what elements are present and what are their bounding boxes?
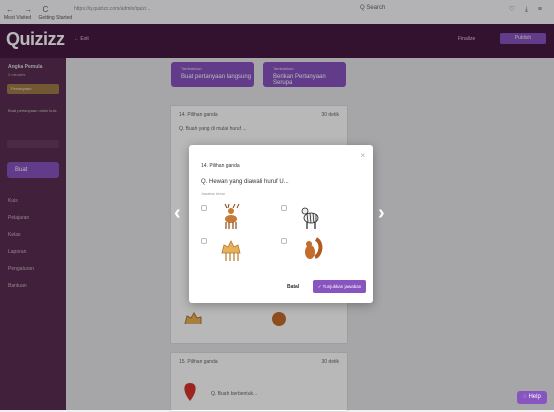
modal-question-type: 14. Pilihan ganda [201,163,240,169]
deer-icon [224,203,240,229]
show-answer-button[interactable]: ✓ Tunjukkan jawaban [313,280,366,293]
answer-option-1[interactable] [201,202,279,230]
option-checkbox[interactable] [281,238,287,244]
cancel-button[interactable]: Batal [287,282,299,292]
squirrel-icon [305,237,323,259]
answer-option-4[interactable] [281,235,359,263]
camel-icon [221,240,241,261]
answer-option-2[interactable] [281,202,359,230]
answer-option-3[interactable] [201,235,279,263]
modal-question-text: Q. Hewan yang diawali huruf U... [201,179,289,185]
help-label: Help [528,394,541,400]
option-checkbox[interactable] [201,238,207,244]
modal-answer-hint: Jawaban benar [201,192,225,196]
chat-icon: ◌ [523,394,527,400]
zebra-icon [301,207,319,229]
option-checkbox[interactable] [281,205,287,211]
question-preview-modal: × 14. Pilihan ganda Q. Hewan yang diawal… [189,145,373,303]
chevron-left-icon[interactable]: ‹ [174,202,181,225]
close-icon[interactable]: × [360,151,365,160]
option-checkbox[interactable] [201,205,207,211]
chevron-right-icon[interactable]: › [378,202,385,225]
help-button[interactable]: ◌ Help [517,391,547,404]
